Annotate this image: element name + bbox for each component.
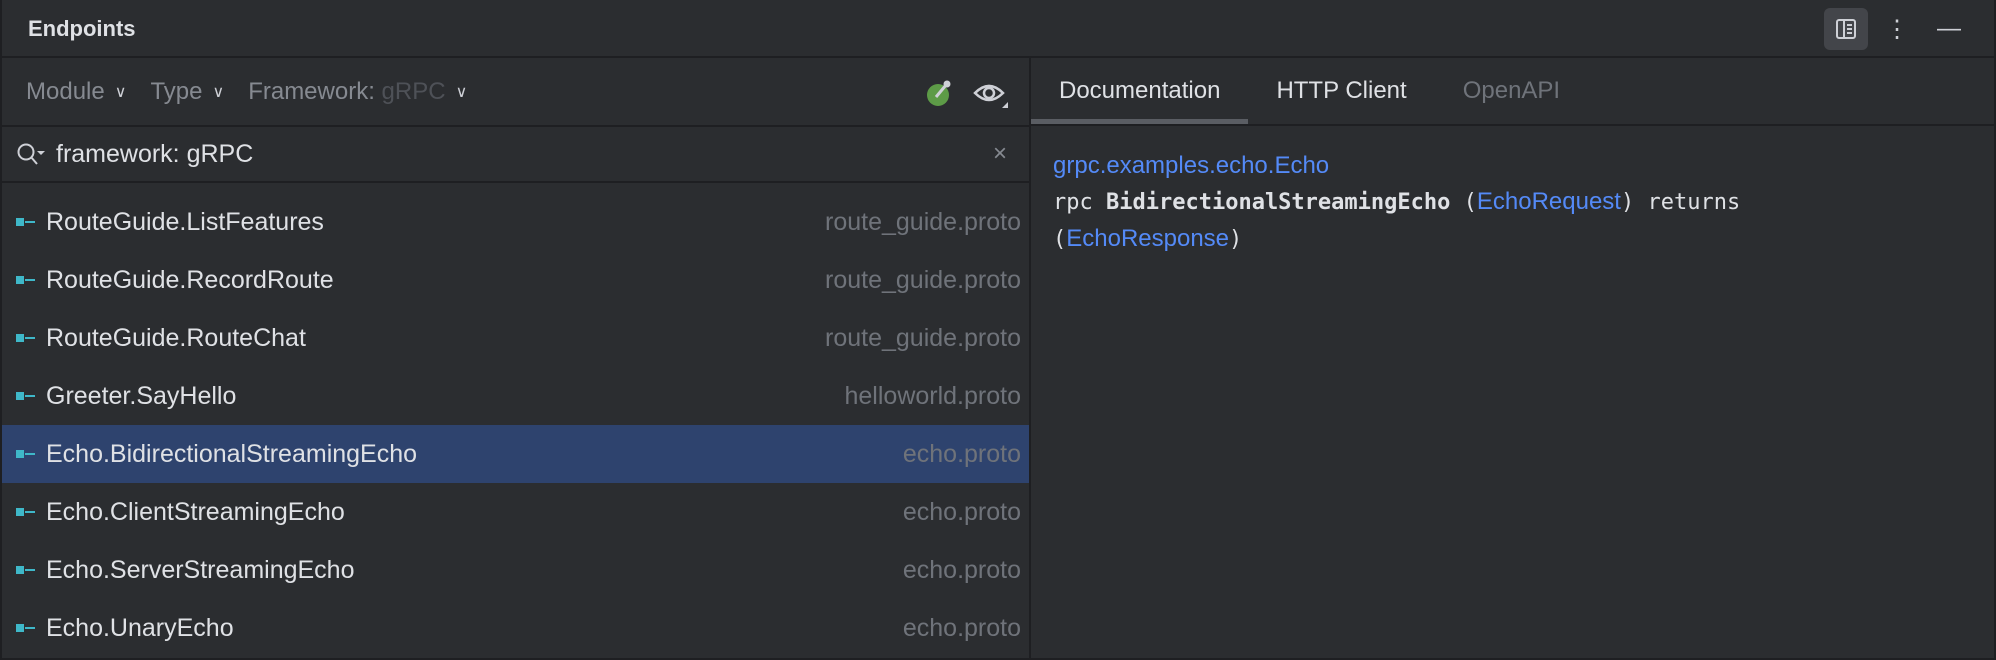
tab-http-client[interactable]: HTTP Client [1248,58,1434,124]
paren: ( [1053,227,1067,252]
details-tabs: Documentation HTTP Client OpenAPI [1031,58,1994,126]
endpoint-file: echo.proto [902,555,1021,584]
endpoint-row[interactable]: Echo.ServerStreamingEcho echo.proto [2,541,1029,599]
endpoint-name: Echo.ServerStreamingEcho [46,555,355,584]
endpoint-icon [16,333,36,343]
method-name: BidirectionalStreamingEcho [1106,190,1451,215]
tab-openapi[interactable]: OpenAPI [1435,58,1588,124]
endpoint-row[interactable]: RouteGuide.RecordRoute route_guide.proto [2,251,1029,309]
minimize-icon: — [1937,15,1961,42]
endpoint-icon [16,449,36,459]
endpoint-file: echo.proto [902,613,1021,642]
minimize-button[interactable]: — [1927,8,1971,50]
show-options-button[interactable] [972,78,1008,117]
rpc-keyword: rpc [1053,190,1093,215]
service-link[interactable]: grpc.examples.echo.Echo [1053,148,1972,184]
endpoint-row[interactable]: RouteGuide.RouteChat route_guide.proto [2,309,1029,367]
response-type-link[interactable]: EchoResponse [1066,225,1229,252]
endpoint-file: echo.proto [902,497,1021,526]
toggle-preview-button[interactable] [1824,8,1868,50]
chevron-down-icon: ∨ [455,83,468,101]
more-vertical-icon: ⋮ [1885,15,1909,43]
endpoint-name: RouteGuide.RouteChat [46,323,306,352]
chevron-down-icon: ∨ [114,83,127,101]
paren: ( [1463,190,1477,215]
endpoint-icon [16,391,36,401]
type-filter-label: Type [150,77,203,105]
endpoint-name: Echo.BidirectionalStreamingEcho [46,439,418,468]
more-options-button[interactable]: ⋮ [1875,8,1919,50]
endpoint-row[interactable]: Echo.ClientStreamingEcho echo.proto [2,483,1029,541]
endpoint-icon [16,623,36,633]
preview-panel-icon [1836,19,1856,39]
framework-filter-value: gRPC [381,77,446,105]
endpoint-status-button[interactable] [924,78,954,115]
endpoint-row[interactable]: Greeter.SayHello helloworld.proto [2,367,1029,425]
framework-filter[interactable]: Framework: gRPC ∨ [248,78,467,106]
tab-documentation[interactable]: Documentation [1031,58,1249,124]
endpoint-file: echo.proto [902,439,1021,468]
endpoint-file: route_guide.proto [825,265,1021,294]
endpoint-name: Greeter.SayHello [46,381,237,410]
returns-keyword: returns [1647,190,1741,215]
endpoint-name: Echo.ClientStreamingEcho [46,497,345,526]
rpc-signature: rpc BidirectionalStreamingEcho (EchoRequ… [1053,184,1972,258]
endpoint-icon [16,217,36,227]
grpc-status-icon [927,80,951,106]
framework-filter-label: Framework: [248,77,375,105]
endpoint-file: route_guide.proto [825,207,1021,236]
endpoint-icon [16,565,36,575]
endpoint-file: route_guide.proto [825,323,1021,352]
tool-window-title: Endpoints [28,16,136,41]
search-field[interactable]: framework: gRPC × [2,127,1029,183]
search-input[interactable]: framework: gRPC [56,140,253,169]
endpoint-row[interactable]: Echo.UnaryEcho echo.proto [2,599,1029,657]
paren: ) [1620,190,1635,215]
paren: ) [1229,227,1243,252]
endpoint-file: helloworld.proto [844,381,1022,410]
endpoint-name: RouteGuide.RecordRoute [46,265,334,294]
tool-window-header: Endpoints ⋮ — [0,0,1996,58]
search-icon [17,143,45,165]
request-type-link[interactable]: EchoRequest [1477,188,1621,215]
endpoint-name: Echo.UnaryEcho [46,613,234,642]
module-filter[interactable]: Module ∨ [26,78,126,106]
documentation-content: grpc.examples.echo.Echo rpc Bidirectiona… [1031,126,1994,280]
endpoint-icon [16,275,36,285]
endpoints-list-panel: Module ∨ Type ∨ Framework: gRPC ∨ framework… [0,58,1029,660]
chevron-down-icon: ∨ [212,83,225,101]
details-panel: Documentation HTTP Client OpenAPI grpc.e… [1029,58,1996,660]
endpoint-icon [16,507,36,517]
endpoints-list: RouteGuide.ListFeatures route_guide.proto… [2,193,1029,657]
endpoint-row[interactable]: RouteGuide.ListFeatures route_guide.proto [2,193,1029,251]
module-filter-label: Module [26,77,105,105]
endpoint-row[interactable]: Echo.BidirectionalStreamingEcho echo.prot… [2,425,1029,483]
endpoint-name: RouteGuide.ListFeatures [46,207,324,236]
filter-bar: Module ∨ Type ∨ Framework: gRPC ∨ [2,58,1029,127]
clear-search-icon[interactable]: × [993,140,1007,168]
eye-icon [973,84,1008,108]
type-filter[interactable]: Type ∨ [150,78,224,106]
